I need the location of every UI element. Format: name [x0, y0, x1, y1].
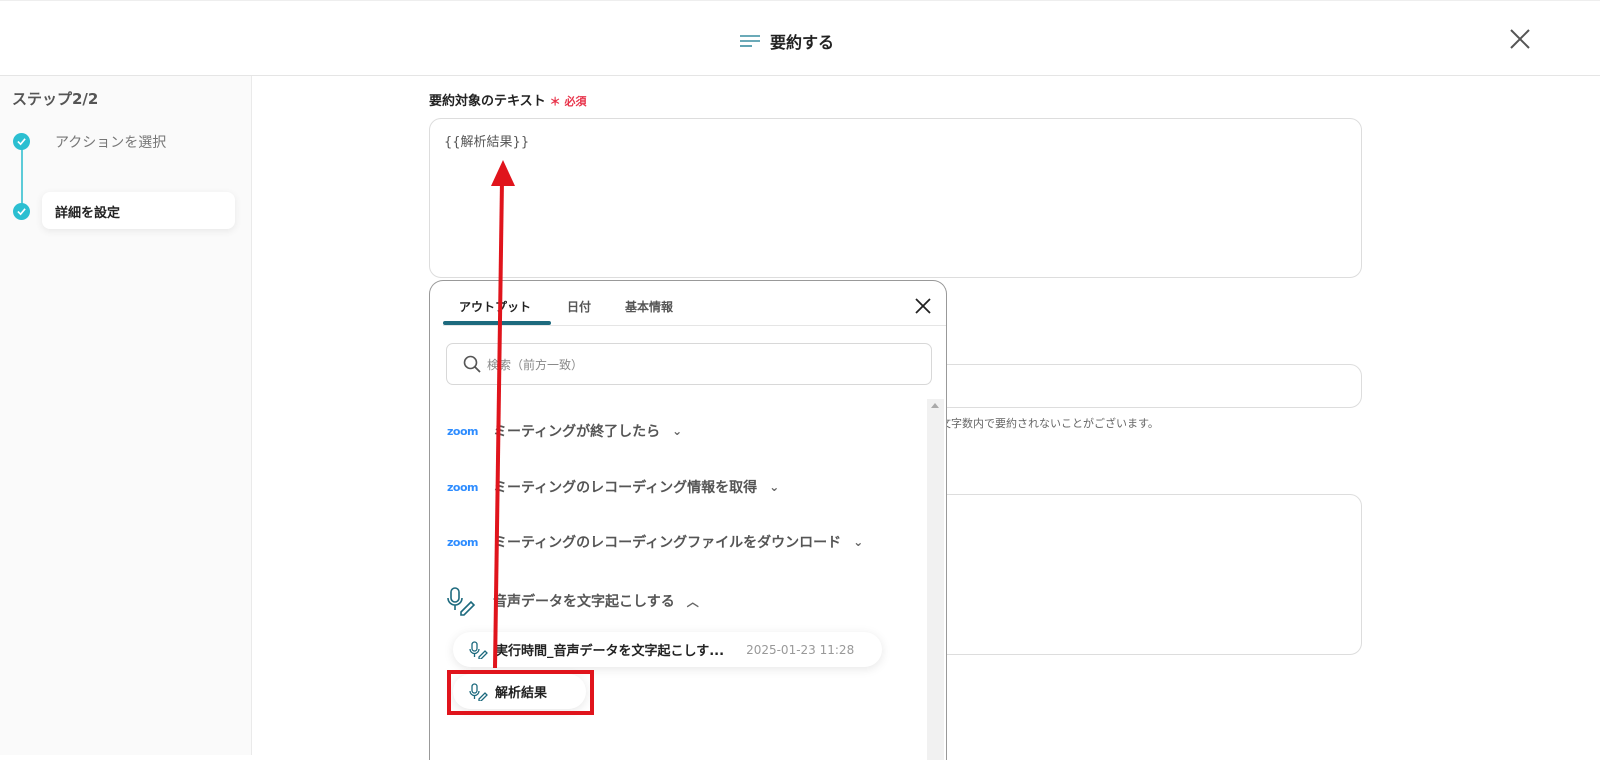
tab-basic-info[interactable]: 基本情報 [625, 298, 673, 315]
step-counter: ステップ2/2 [12, 90, 99, 108]
zoom-logo-icon: zoom [447, 424, 478, 438]
close-icon[interactable] [1508, 27, 1532, 51]
field-label: 要約対象のテキスト＊ 必須 [429, 94, 587, 109]
helper-text: 文字数内で要約されないことがございます。 [940, 417, 1159, 430]
active-tab-indicator [443, 321, 551, 325]
zoom-logo-icon: zoom [447, 535, 478, 549]
search-placeholder: 検索（前方一致） [487, 357, 584, 372]
timestamp: 2025-01-23 11:28 [746, 642, 855, 657]
tab-bar: アウトプット 日付 基本情報 [443, 281, 946, 326]
header: 要約する [0, 0, 1600, 76]
check-icon [13, 203, 30, 220]
required-badge: ＊ 必須 [549, 95, 587, 108]
group-meeting-ended[interactable]: zoom ミーティングが終了したら ⌄ [447, 421, 682, 441]
group-download-recording[interactable]: zoom ミーティングのレコーディングファイルをダウンロード ⌄ [447, 532, 863, 552]
search-icon [463, 355, 481, 373]
step-connector [21, 149, 23, 209]
step-select-action[interactable]: アクションを選択 [55, 132, 166, 152]
scroll-up-icon [931, 403, 939, 408]
step-configure-details[interactable]: 詳細を設定 [42, 192, 235, 229]
group-recording-info[interactable]: zoom ミーティングのレコーディング情報を取得 ⌄ [447, 477, 779, 497]
close-icon[interactable] [914, 297, 932, 315]
mic-pen-icon [447, 587, 476, 616]
group-transcribe[interactable]: 音声データを文字起こしする ︿ [447, 586, 699, 616]
page-title: 要約する [740, 29, 834, 53]
check-icon [13, 133, 30, 150]
chevron-down-icon: ⌄ [672, 424, 683, 438]
summary-lines-icon [740, 35, 760, 47]
sidebar: ステップ2/2 アクションを選択 詳細を設定 [0, 76, 252, 755]
tab-output[interactable]: アウトプット [459, 298, 531, 315]
title-text: 要約する [770, 33, 835, 52]
search-input[interactable]: 検索（前方一致） [446, 343, 932, 385]
mic-pen-icon [469, 640, 488, 659]
scrollbar[interactable] [927, 399, 944, 760]
summary-text-input[interactable]: {{解析結果}} [429, 118, 1362, 278]
chevron-down-icon: ⌄ [853, 535, 864, 549]
output-item-exec-time[interactable]: 実行時間_音声データを文字起こしす... 2025-01-23 11:28 [453, 632, 882, 667]
zoom-logo-icon: zoom [447, 480, 478, 494]
tab-date[interactable]: 日付 [567, 298, 591, 315]
chevron-down-icon: ⌄ [769, 480, 780, 494]
highlight-box-annotation [447, 670, 594, 715]
chevron-up-icon: ︿ [686, 594, 699, 609]
